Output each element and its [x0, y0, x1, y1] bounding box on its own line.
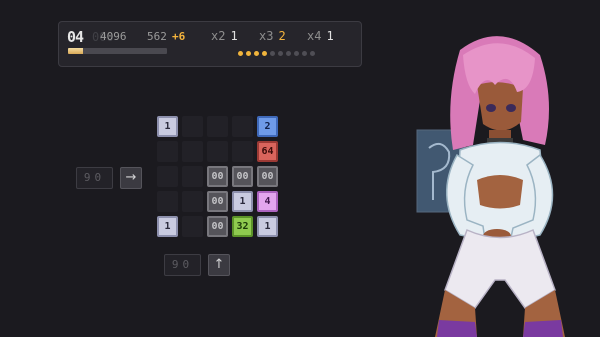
multiplier-x4: x4 1: [307, 29, 334, 43]
board-tile[interactable]: 2: [257, 116, 278, 137]
column-shift-counter: 90: [164, 254, 201, 276]
row-shift-counter: 90: [76, 167, 113, 189]
board-tile[interactable]: 4: [257, 191, 278, 212]
board-empty-cell: [182, 191, 203, 212]
board-empty-cell: [207, 141, 228, 162]
suit-bottom: [444, 228, 556, 309]
board-empty-cell: [232, 116, 253, 137]
board-tile[interactable]: 00: [257, 166, 278, 187]
combo-dot: [302, 51, 307, 56]
combo-dots: [238, 51, 315, 56]
multiplier-x4-value: 1: [326, 29, 334, 43]
multiplier-x4-label: x4: [307, 29, 322, 43]
multiplier-x3-value: 2: [278, 29, 286, 43]
left-stocking: [437, 320, 477, 337]
left-eye: [486, 104, 496, 112]
shift-up-button[interactable]: ↑: [208, 254, 230, 276]
board-tile[interactable]: 00: [207, 216, 228, 237]
combo-dot: [286, 51, 291, 56]
progress-bar-fill: [68, 48, 83, 54]
bonus-value: +6: [172, 30, 186, 43]
board-tile[interactable]: 1: [157, 116, 178, 137]
combo-dot: [270, 51, 275, 56]
board-empty-cell: [157, 141, 178, 162]
moves-value: 562: [147, 30, 167, 43]
board-tile[interactable]: 1: [157, 216, 178, 237]
shift-right-button[interactable]: →: [120, 167, 142, 189]
combo-dot: [294, 51, 299, 56]
combo-dot: [262, 51, 267, 56]
board-tile[interactable]: 32: [232, 216, 253, 237]
board-tile[interactable]: 00: [207, 166, 228, 187]
board-empty-cell: [207, 116, 228, 137]
board-tile[interactable]: 00: [207, 191, 228, 212]
right-eye: [506, 104, 516, 112]
multiplier-x2-value: 1: [230, 29, 238, 43]
chest: [477, 175, 523, 209]
hud-panel: 04 000 4096 562 +6 x2 1 x3 2 x4 1: [58, 21, 362, 67]
combo-dot: [238, 51, 243, 56]
board-tile[interactable]: 64: [257, 141, 278, 162]
character-illustration: [416, 36, 565, 337]
board-empty-cell: [182, 216, 203, 237]
board-empty-cell: [232, 141, 253, 162]
combo-dot: [246, 51, 251, 56]
board-tile[interactable]: 1: [257, 216, 278, 237]
board-empty-cell: [182, 141, 203, 162]
board-empty-cell: [182, 166, 203, 187]
progress-bar: [68, 48, 167, 54]
multiplier-x2-label: x2: [211, 29, 226, 43]
board-empty-cell: [182, 116, 203, 137]
board-tile[interactable]: 00: [232, 166, 253, 187]
score-value: 4096: [100, 30, 127, 43]
right-stocking: [523, 320, 563, 337]
board-empty-cell: [157, 191, 178, 212]
combo-dot: [278, 51, 283, 56]
level-number: 04: [67, 28, 84, 46]
board-tile[interactable]: 1: [232, 191, 253, 212]
combo-dot: [254, 51, 259, 56]
multiplier-x2: x2 1: [211, 29, 238, 43]
multiplier-x3: x3 2: [259, 29, 286, 43]
multiplier-x3-label: x3: [259, 29, 274, 43]
board-empty-cell: [157, 166, 178, 187]
combo-dot: [310, 51, 315, 56]
